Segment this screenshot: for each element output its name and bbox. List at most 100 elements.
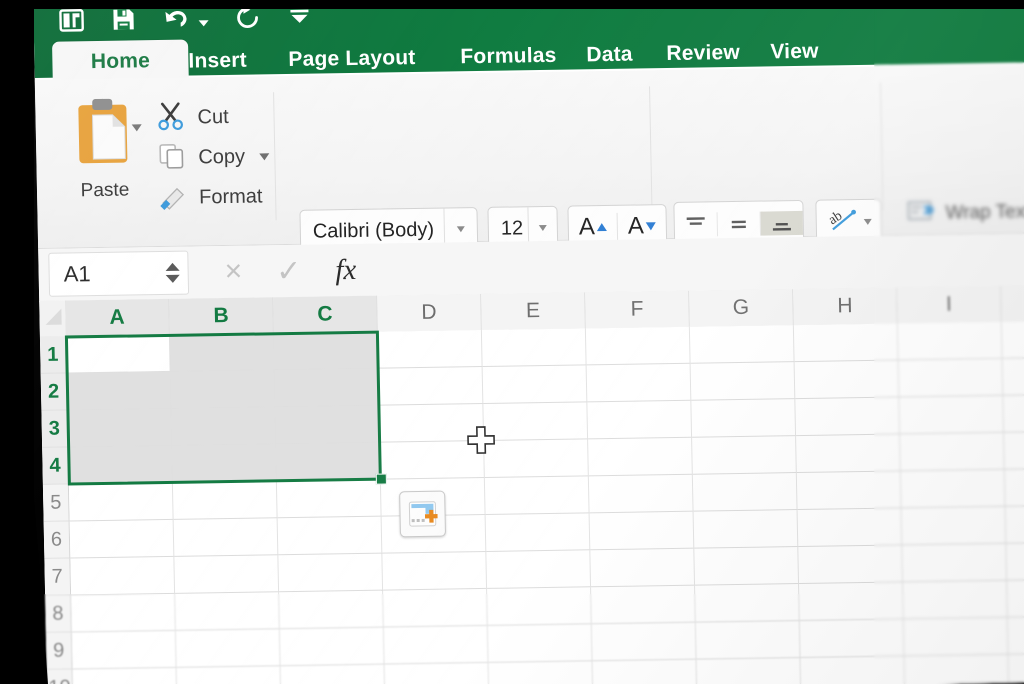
align-bottom-button[interactable] bbox=[760, 210, 804, 236]
cell-J7[interactable] bbox=[1006, 542, 1024, 581]
cell-C8[interactable] bbox=[279, 590, 384, 630]
cell-D1[interactable] bbox=[377, 329, 483, 369]
cell-D9[interactable] bbox=[383, 625, 489, 665]
cell-H7[interactable] bbox=[798, 545, 904, 585]
row-header-1[interactable]: 1 bbox=[39, 336, 67, 374]
cell-E7[interactable] bbox=[486, 550, 592, 589]
cell-D2[interactable] bbox=[378, 366, 484, 406]
align-top-button[interactable] bbox=[674, 212, 719, 237]
cell-B6[interactable] bbox=[173, 518, 279, 557]
cell-G9[interactable] bbox=[695, 621, 801, 660]
cell-G6[interactable] bbox=[693, 510, 799, 549]
ribbon-display-options-icon[interactable] bbox=[58, 7, 85, 33]
fill-handle[interactable] bbox=[375, 473, 387, 485]
undo-icon[interactable] bbox=[162, 6, 189, 32]
cell-H6[interactable] bbox=[797, 508, 903, 548]
name-box-spinner[interactable] bbox=[165, 262, 180, 283]
cell-F9[interactable] bbox=[591, 622, 697, 662]
cell-I5[interactable] bbox=[900, 469, 1006, 509]
paste-dropdown-caret-icon[interactable] bbox=[131, 124, 142, 132]
tab-view[interactable]: View bbox=[756, 31, 833, 72]
column-header-h[interactable]: H bbox=[793, 287, 898, 326]
cell-I3[interactable] bbox=[899, 395, 1005, 435]
name-box[interactable]: A1 bbox=[48, 250, 190, 297]
cell-C10[interactable] bbox=[280, 664, 386, 684]
row-header-4[interactable]: 4 bbox=[42, 447, 69, 485]
column-header-a[interactable]: A bbox=[65, 298, 170, 337]
column-header-g[interactable]: G bbox=[689, 289, 794, 327]
cut-button[interactable]: Cut bbox=[155, 96, 268, 138]
format-painter-button[interactable]: Format bbox=[157, 176, 270, 218]
cell-I10[interactable] bbox=[904, 654, 1010, 684]
cell-E4[interactable] bbox=[484, 439, 589, 478]
tab-insert[interactable]: Insert bbox=[174, 40, 261, 81]
cell-B5[interactable] bbox=[172, 481, 278, 520]
column-header-e[interactable]: E bbox=[481, 292, 586, 330]
cell-A8[interactable] bbox=[71, 593, 176, 633]
cell-B7[interactable] bbox=[174, 555, 280, 594]
cell-I7[interactable] bbox=[902, 543, 1008, 583]
cell-G1[interactable] bbox=[689, 325, 795, 364]
row-header-2[interactable]: 2 bbox=[40, 373, 68, 411]
quick-analysis-button[interactable] bbox=[399, 490, 447, 538]
row-header-5[interactable]: 5 bbox=[42, 484, 70, 522]
cell-E2[interactable] bbox=[482, 365, 588, 404]
select-all-button[interactable] bbox=[39, 300, 67, 338]
shrink-font-button[interactable]: A bbox=[618, 212, 667, 241]
cell-E3[interactable] bbox=[483, 402, 589, 441]
cell-F3[interactable] bbox=[587, 400, 693, 440]
cell-H10[interactable] bbox=[800, 656, 906, 684]
cell-G10[interactable] bbox=[696, 658, 802, 684]
column-header-f[interactable]: F bbox=[585, 290, 690, 329]
column-header-j[interactable]: J bbox=[1001, 285, 1024, 322]
cell-J5[interactable] bbox=[1004, 468, 1024, 507]
cell-E5[interactable] bbox=[484, 476, 590, 515]
grow-font-button[interactable]: A bbox=[568, 212, 619, 242]
column-header-i[interactable]: I bbox=[897, 285, 1002, 324]
cell-A6[interactable] bbox=[69, 519, 175, 559]
column-header-d[interactable]: D bbox=[377, 293, 482, 332]
cell-J4[interactable] bbox=[1004, 431, 1024, 470]
row-header-6[interactable]: 6 bbox=[43, 521, 71, 559]
copy-dropdown-caret-icon[interactable] bbox=[258, 152, 270, 160]
cell-B10[interactable] bbox=[176, 666, 282, 684]
wrap-text-button[interactable]: Wrap Text bbox=[905, 196, 1024, 229]
cell-A7[interactable] bbox=[70, 556, 176, 596]
paste-button[interactable]: Paste bbox=[57, 96, 151, 202]
cell-F5[interactable] bbox=[588, 474, 694, 514]
cell-H1[interactable] bbox=[793, 323, 899, 363]
spinner-up-icon[interactable] bbox=[165, 262, 180, 271]
tab-data[interactable]: Data bbox=[572, 34, 647, 75]
cell-J8[interactable] bbox=[1007, 579, 1024, 618]
cell-C5[interactable] bbox=[276, 479, 382, 519]
cell-J2[interactable] bbox=[1002, 357, 1024, 396]
column-header-b[interactable]: B bbox=[169, 297, 274, 335]
cell-area[interactable] bbox=[64, 320, 1024, 684]
formula-input[interactable] bbox=[366, 237, 1024, 292]
align-middle-button[interactable] bbox=[717, 211, 762, 237]
cell-I2[interactable] bbox=[898, 358, 1004, 398]
cell-G5[interactable] bbox=[692, 473, 798, 512]
cell-I8[interactable] bbox=[903, 580, 1008, 620]
cell-J10[interactable] bbox=[1008, 653, 1024, 684]
column-header-c[interactable]: C bbox=[273, 295, 378, 334]
cell-E1[interactable] bbox=[481, 328, 587, 367]
cell-G2[interactable] bbox=[690, 362, 796, 401]
cell-F2[interactable] bbox=[586, 363, 692, 403]
cell-G8[interactable] bbox=[695, 584, 800, 623]
cell-I4[interactable] bbox=[900, 432, 1005, 472]
cell-A10[interactable] bbox=[72, 667, 178, 684]
cell-H2[interactable] bbox=[794, 360, 900, 400]
cell-A9[interactable] bbox=[71, 630, 177, 670]
cell-E8[interactable] bbox=[487, 587, 592, 626]
cell-D10[interactable] bbox=[384, 662, 490, 684]
orientation-dropdown-caret-icon[interactable] bbox=[863, 218, 872, 225]
cancel-formula-icon[interactable]: × bbox=[224, 255, 242, 289]
cell-J3[interactable] bbox=[1003, 394, 1024, 433]
cell-J1[interactable] bbox=[1001, 320, 1024, 359]
cell-F6[interactable] bbox=[589, 511, 695, 551]
cell-F7[interactable] bbox=[590, 548, 696, 588]
cell-E9[interactable] bbox=[487, 624, 593, 663]
cell-G7[interactable] bbox=[694, 547, 800, 586]
cell-H8[interactable] bbox=[799, 582, 904, 622]
